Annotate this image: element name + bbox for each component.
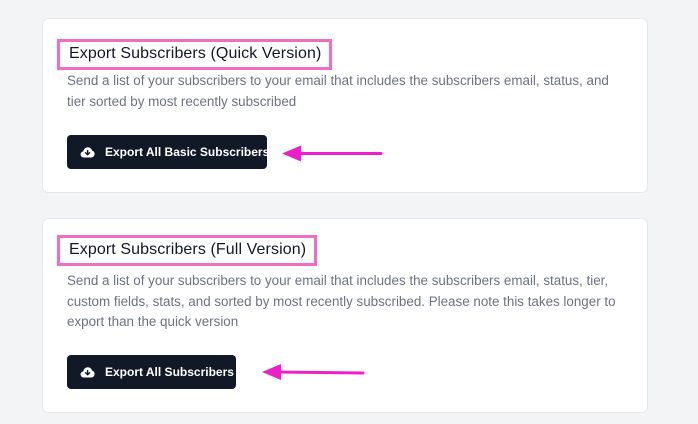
- quick-export-card: Export Subscribers (Quick Version) Send …: [42, 18, 648, 193]
- export-all-subscribers-button[interactable]: Export All Subscribers: [67, 355, 236, 389]
- export-all-basic-subscribers-label: Export All Basic Subscribers: [105, 145, 270, 159]
- annotation-arrow-icon: [262, 364, 365, 380]
- full-export-title: Export Subscribers (Full Version): [69, 241, 307, 258]
- quick-export-title-highlight: Export Subscribers (Quick Version): [57, 39, 333, 70]
- full-export-title-highlight: Export Subscribers (Full Version): [57, 235, 318, 266]
- quick-export-title: Export Subscribers (Quick Version): [69, 45, 322, 62]
- export-all-basic-subscribers-button[interactable]: Export All Basic Subscribers: [67, 135, 270, 169]
- cloud-download-icon: [80, 146, 95, 159]
- full-export-description: Send a list of your subscribers to your …: [67, 273, 616, 329]
- cloud-download-icon: [80, 366, 95, 379]
- annotation-arrow-icon: [282, 145, 383, 162]
- export-all-subscribers-label: Export All Subscribers: [105, 365, 234, 379]
- quick-export-description: Send a list of your subscribers to your …: [67, 73, 609, 109]
